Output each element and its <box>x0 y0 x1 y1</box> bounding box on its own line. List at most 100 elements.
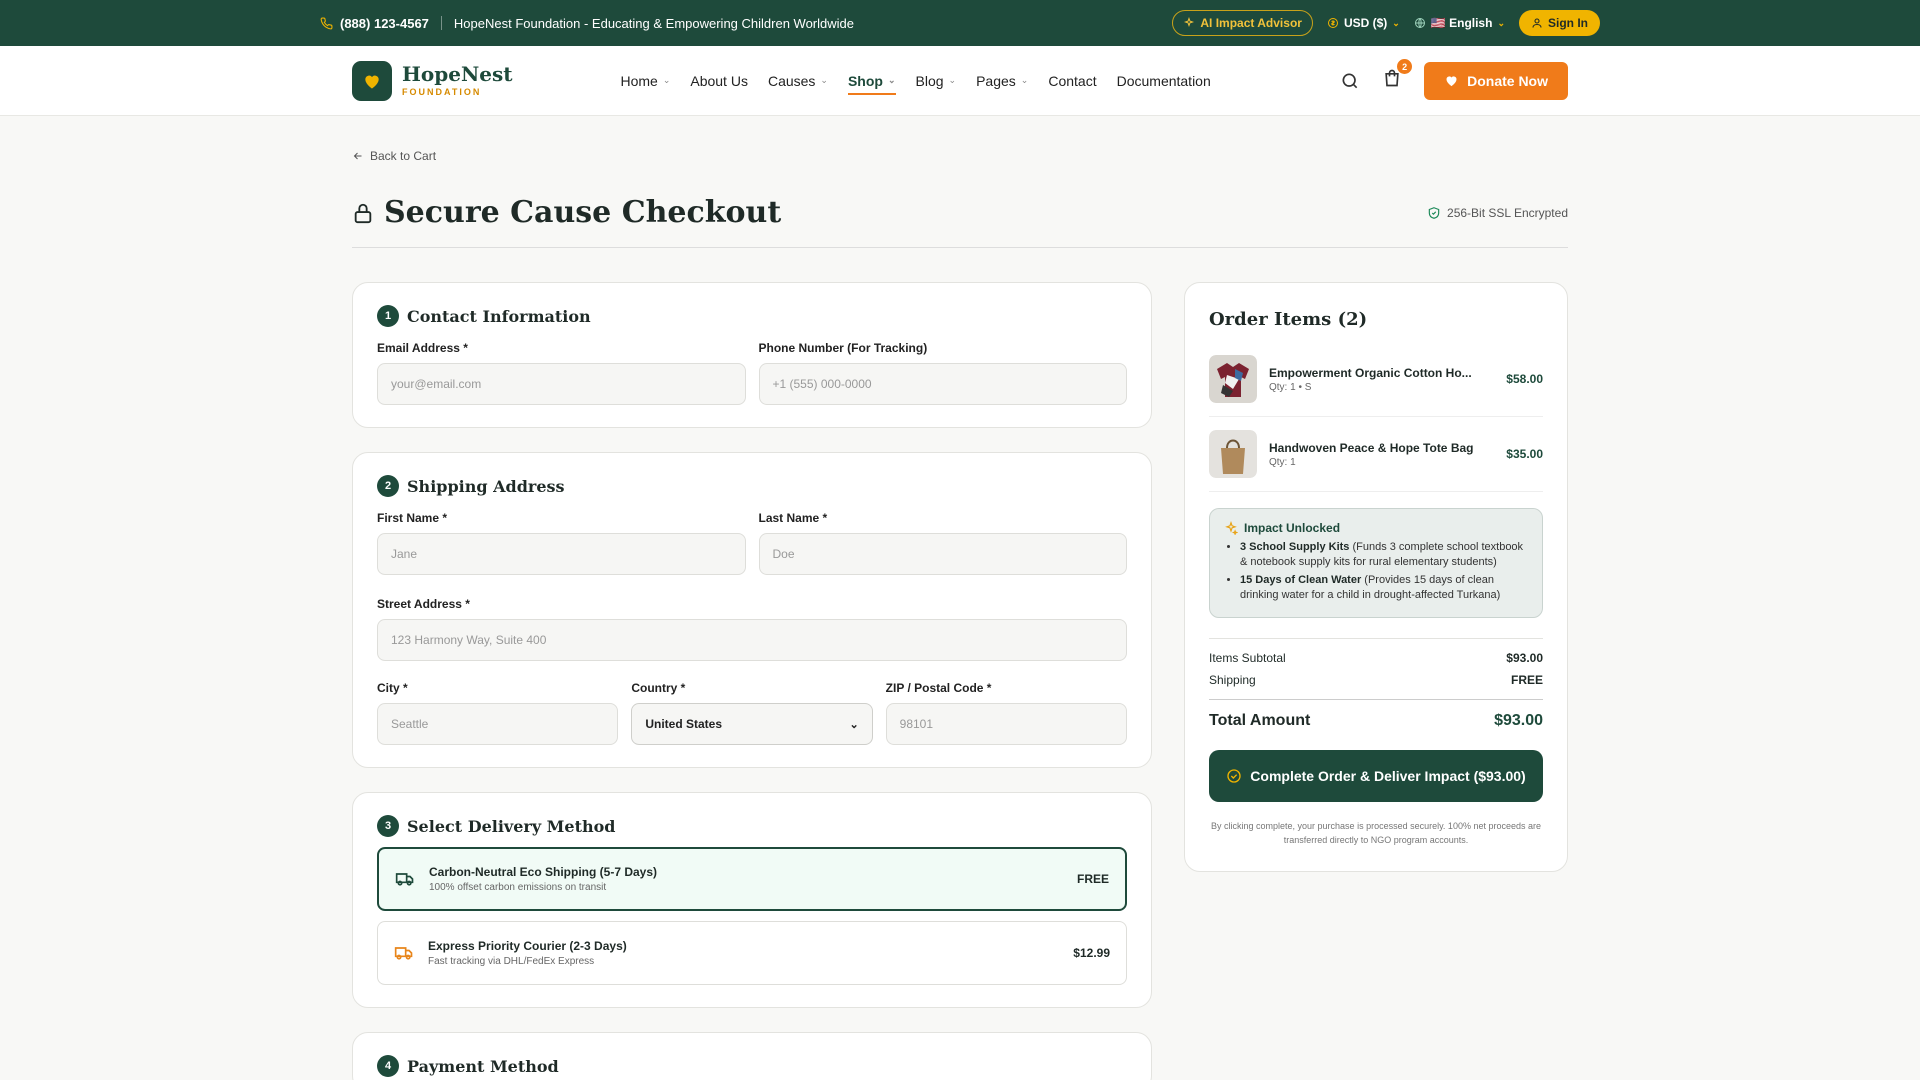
delivery-options: Carbon-Neutral Eco Shipping (5-7 Days) 1… <box>377 847 1127 985</box>
phone-input[interactable]: +1 (555) 000-0000 <box>758 363 1127 405</box>
chevron-down-icon: ⌄ <box>1392 17 1400 28</box>
language-dropdown[interactable]: 🇺🇸 English ⌄ <box>1414 16 1505 30</box>
nav-blog[interactable]: Blog ⌄ <box>916 73 957 89</box>
logo-text: HopeNest FOUNDATION <box>402 64 512 97</box>
money-icon <box>1327 18 1338 28</box>
section-title-text: Contact Information <box>407 306 591 326</box>
impact-unlocked-box: Impact Unlocked 3 School Supply Kits (Fu… <box>1209 508 1543 619</box>
top-bar-right: AI Impact Advisor USD ($) ⌄ 🇺🇸 English ⌄… <box>1172 10 1600 36</box>
nav-documentation[interactable]: Documentation <box>1117 73 1211 89</box>
heart-icon <box>365 75 379 88</box>
search-icon[interactable] <box>1340 71 1360 91</box>
hoodie-thumbnail <box>1209 355 1257 403</box>
last-name-label: Last Name * <box>758 511 828 525</box>
step-number: 2 <box>377 475 399 497</box>
sparkle-icon <box>1225 521 1238 535</box>
zip-group: ZIP / Postal Code * 98101 <box>885 681 1127 745</box>
shipping-address-card: 2 Shipping Address First Name * Jane Las… <box>352 452 1152 768</box>
order-items: Empowerment Organic Cotton Ho... Qty: 1 … <box>1209 342 1543 492</box>
subtotal-row: Items Subtotal $93.00 <box>1209 651 1543 665</box>
ai-advisor-button[interactable]: AI Impact Advisor <box>1172 10 1313 36</box>
cart-count-badge: 2 <box>1397 59 1413 74</box>
main-nav: Home ⌄ About Us Causes ⌄ Shop ⌄ Blog ⌄ Pages… <box>620 73 1211 95</box>
ai-advisor-label: AI Impact Advisor <box>1200 16 1302 30</box>
chevron-down-icon: ⌄ <box>662 75 671 85</box>
order-item-qty: Qty: 1 • S <box>1269 381 1312 393</box>
chevron-down-icon: ⌄ <box>887 75 896 85</box>
lock-icon <box>354 203 372 223</box>
secure-notice: By clicking complete, your purchase is p… <box>1211 821 1541 845</box>
impact-item-title: 3 School Supply Kits <box>1240 541 1350 553</box>
section-title: 4 Payment Method <box>377 1055 1127 1077</box>
city-input[interactable]: Seattle <box>377 703 619 745</box>
total-value: $93.00 <box>1494 712 1543 730</box>
sign-in-button[interactable]: Sign In <box>1519 10 1600 36</box>
total-row: Total Amount $93.00 <box>1209 699 1543 730</box>
delivery-option-eco[interactable]: Carbon-Neutral Eco Shipping (5-7 Days) 1… <box>377 847 1127 911</box>
step-number: 4 <box>377 1055 399 1077</box>
nav-label: Contact <box>1048 72 1097 89</box>
last-name-input[interactable]: Doe <box>758 533 1127 575</box>
nav-contact[interactable]: Contact <box>1048 73 1096 89</box>
nav-shop[interactable]: Shop ⌄ <box>847 73 896 95</box>
back-to-cart-link[interactable]: Back to Cart <box>352 149 1568 163</box>
country-select[interactable]: United States ⌄ <box>631 703 873 745</box>
order-item-qty: Qty: 1 <box>1269 456 1296 468</box>
subtotal-label: Items Subtotal <box>1209 651 1286 666</box>
cart-button[interactable]: 2 <box>1382 59 1413 93</box>
checkout-page: Back to Cart Secure Cause Checkout 256-B… <box>0 149 1920 1080</box>
nav-label: Causes <box>767 72 816 89</box>
globe-icon <box>1414 18 1425 28</box>
complete-order-label: Complete Order & Deliver Impact ($93.00) <box>1250 768 1526 785</box>
street-group: Street Address * 123 Harmony Way, Suite … <box>377 597 1127 661</box>
truck-icon <box>395 873 414 886</box>
nav-pages[interactable]: Pages ⌄ <box>976 73 1028 89</box>
section-title: 3 Select Delivery Method <box>377 815 1127 837</box>
nav-label: Home <box>620 72 658 89</box>
divider <box>440 16 442 30</box>
phone-link[interactable]: (888) 123-4567 <box>320 16 429 31</box>
sparkle-icon <box>1184 17 1195 28</box>
tote-bag-thumbnail <box>1209 430 1257 478</box>
delivery-method-card: 3 Select Delivery Method Carbon-Neutral … <box>352 792 1152 1008</box>
country-label: Country * <box>631 681 686 695</box>
checkout-grid: 1 Contact Information Email Address * yo… <box>352 282 1568 1080</box>
phone-icon <box>320 17 333 29</box>
section-title: 2 Shipping Address <box>377 475 1127 497</box>
nav-home[interactable]: Home ⌄ <box>620 73 670 89</box>
email-input[interactable]: your@email.com <box>377 363 746 405</box>
section-title-text: Select Delivery Method <box>407 816 616 836</box>
nav-causes[interactable]: Causes ⌄ <box>768 73 828 89</box>
order-item-price: $35.00 <box>1506 447 1543 461</box>
form-row: Email Address * your@email.com Phone Num… <box>377 341 1127 405</box>
first-name-input[interactable]: Jane <box>377 533 746 575</box>
delivery-option-subtitle: 100% offset carbon emissions on transit <box>429 882 607 893</box>
donate-now-button[interactable]: Donate Now <box>1424 61 1568 100</box>
user-icon <box>1532 18 1542 28</box>
order-item: Handwoven Peace & Hope Tote Bag Qty: 1 $… <box>1209 417 1543 492</box>
heart-icon <box>1446 76 1457 87</box>
page-title-text: Secure Cause Checkout <box>384 195 782 230</box>
complete-order-button[interactable]: Complete Order & Deliver Impact ($93.00) <box>1209 750 1543 803</box>
city-label: City * <box>377 681 408 695</box>
sign-in-label: Sign In <box>1548 16 1588 30</box>
order-totals: Items Subtotal $93.00 Shipping FREE Tota… <box>1209 638 1543 730</box>
section-title-text: Shipping Address <box>407 476 565 496</box>
street-input[interactable]: 123 Harmony Way, Suite 400 <box>377 619 1127 661</box>
nav-about-us[interactable]: About Us <box>690 73 748 89</box>
step-number: 3 <box>377 815 399 837</box>
tagline: HopeNest Foundation - Educating & Empowe… <box>453 15 854 31</box>
delivery-option-text: Express Priority Courier (2-3 Days) Fast… <box>428 939 627 967</box>
title-bar: Secure Cause Checkout 256-Bit SSL Encryp… <box>352 195 1568 248</box>
phone-label: Phone Number (For Tracking) <box>758 341 928 355</box>
logo[interactable]: HopeNest FOUNDATION <box>352 60 512 101</box>
zip-input[interactable]: 98101 <box>885 703 1127 745</box>
currency-dropdown[interactable]: USD ($) ⌄ <box>1327 16 1400 30</box>
delivery-option-express[interactable]: Express Priority Courier (2-3 Days) Fast… <box>377 921 1127 985</box>
language-label: 🇺🇸 English <box>1430 16 1493 30</box>
order-item-info: Handwoven Peace & Hope Tote Bag Qty: 1 <box>1269 441 1489 468</box>
order-title: Order Items (2) <box>1209 309 1368 330</box>
order-summary-card: Order Items (2) Empowerment Organic Cott… <box>1184 282 1568 873</box>
arrow-left-icon <box>353 152 362 160</box>
logo-name: HopeNest <box>402 62 513 86</box>
